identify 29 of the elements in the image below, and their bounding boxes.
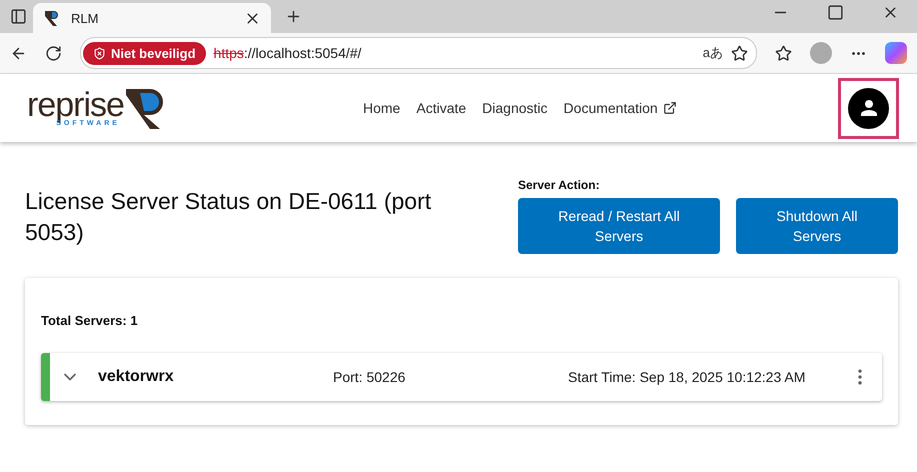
logo-icon (43, 9, 61, 27)
nav-link[interactable]: Documentation (564, 100, 677, 116)
server-port: Port: 50226 (333, 369, 406, 385)
nav-link[interactable]: Diagnostic (482, 100, 548, 116)
nav-link[interactable]: Activate (416, 100, 466, 116)
nav-link[interactable]: Home (363, 100, 400, 116)
reload-icon[interactable] (45, 44, 62, 62)
browser-tab[interactable]: RLM (33, 3, 271, 33)
server-row[interactable]: vektorwrx Port: 50226 Start Time: Sep 18, 2025 10:12:23 AM (41, 353, 882, 401)
maximize-icon[interactable] (827, 4, 844, 21)
page-title: License Server Status on DE-0611 (port 5053) (25, 187, 432, 247)
sidebar-icon[interactable] (10, 8, 27, 25)
url-text: ://localhost:5054/#/ (244, 45, 362, 61)
address-bar[interactable]: Niet beveiligd https://localhost:5054/#/ aあ (80, 37, 757, 69)
total-servers: Total Servers: 1 (41, 313, 138, 328)
external-link-icon (662, 101, 677, 115)
translate-icon[interactable]: aあ (702, 44, 723, 62)
server-start-time: Start Time: Sep 18, 2025 10:12:23 AM (568, 369, 806, 385)
shutdown-button[interactable]: Shutdown All Servers (736, 198, 898, 254)
server-action-label: Server Action: (518, 178, 601, 192)
new-tab-icon[interactable] (285, 8, 302, 25)
server-name: vektorwrx (98, 368, 175, 386)
restart-button[interactable]: Reread / Restart All Servers (518, 198, 720, 254)
tab-title: RLM (71, 10, 100, 26)
favorites-icon[interactable] (775, 44, 792, 62)
account-button[interactable] (848, 88, 889, 128)
url-scheme: https (214, 45, 244, 61)
star-icon[interactable] (731, 44, 748, 62)
security-badge[interactable]: Niet beveiligd (83, 42, 206, 64)
